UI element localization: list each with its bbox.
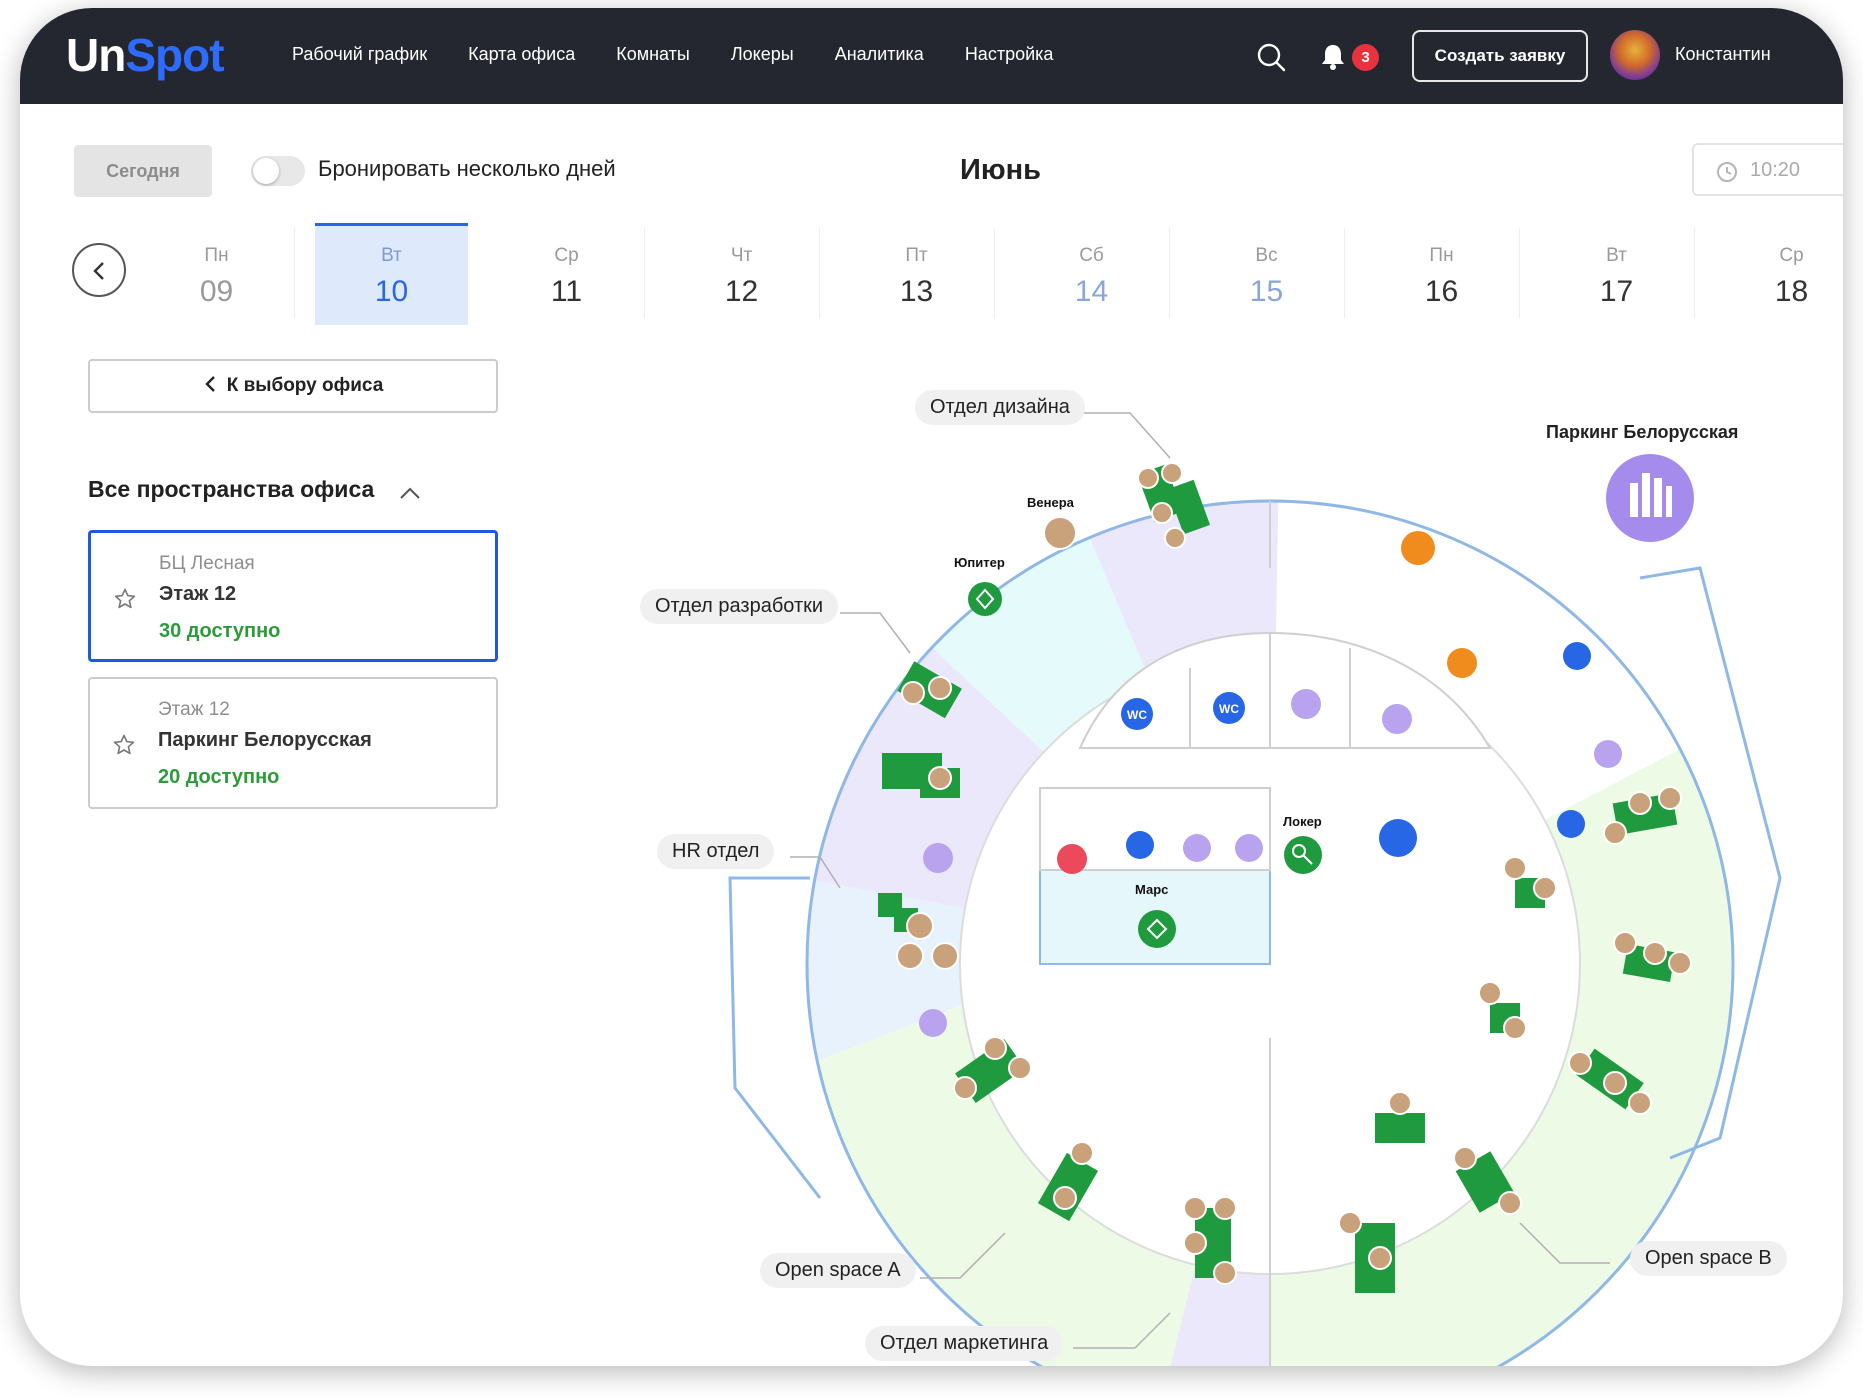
room-label-mars[interactable]: Марс [1135, 882, 1168, 897]
bell-icon[interactable] [1320, 43, 1346, 71]
day-wed-11[interactable]: Ср 11 [490, 223, 645, 325]
user-avatar[interactable] [1610, 30, 1660, 80]
office-name: Паркинг Белорусская [158, 729, 372, 751]
nav-rooms[interactable]: Комнаты [616, 44, 690, 65]
prev-week-button[interactable] [72, 243, 126, 297]
zone-label-design[interactable]: Отдел дизайна [915, 390, 1085, 425]
day-thu-12[interactable]: Чт 12 [665, 223, 820, 325]
create-request-button[interactable]: Создать заявку [1412, 30, 1588, 82]
spaces-section-title[interactable]: Все пространства офиса [88, 476, 374, 503]
chevron-up-icon[interactable] [398, 485, 422, 501]
top-bar: UnSpot Рабочий график Карта офиса Комнат… [20, 8, 1843, 104]
zone-label-hr[interactable]: HR отдел [657, 834, 775, 869]
office-available: 30 доступно [159, 620, 281, 642]
nav-analytics[interactable]: Аналитика [835, 44, 924, 65]
multi-day-label: Бронировать несколько дней [318, 156, 616, 181]
user-name[interactable]: Константин [1675, 44, 1771, 65]
main-nav: Рабочий график Карта офиса Комнаты Локер… [292, 44, 1094, 65]
day-fri-13[interactable]: Пт 13 [840, 223, 995, 325]
month-title: Июнь [960, 154, 1041, 186]
office-card-parking[interactable]: Этаж 12 Паркинг Белорусская 20 доступно [88, 677, 498, 809]
chevron-left-icon [93, 262, 104, 280]
today-button[interactable]: Сегодня [74, 145, 212, 197]
office-card-lesnaya[interactable]: БЦ Лесная Этаж 12 30 доступно [88, 530, 498, 662]
logo[interactable]: UnSpot [66, 28, 225, 82]
day-wed-18[interactable]: Ср 18 [1715, 223, 1843, 325]
day-tue-17[interactable]: Вт 17 [1540, 223, 1695, 325]
office-available: 20 доступно [158, 766, 280, 788]
day-mon-16[interactable]: Пн 16 [1365, 223, 1520, 325]
office-name: Этаж 12 [159, 583, 237, 605]
search-icon[interactable] [1256, 42, 1286, 72]
multi-day-toggle[interactable] [251, 156, 305, 186]
wc-icon: WC [1219, 702, 1239, 716]
office-building: БЦ Лесная [159, 553, 255, 574]
wc-icon: WC [1127, 708, 1147, 722]
time-value: 10:20 [1750, 159, 1801, 181]
day-sat-14[interactable]: Сб 14 [1015, 223, 1170, 325]
star-icon[interactable] [112, 733, 136, 757]
time-field[interactable]: 10:20 [1692, 143, 1843, 196]
chevron-left-icon [204, 376, 215, 392]
day-tue-10[interactable]: Вт 10 [315, 223, 468, 325]
parking-title[interactable]: Паркинг Белорусская [1546, 422, 1738, 443]
nav-lockers[interactable]: Локеры [731, 44, 794, 65]
day-sun-15[interactable]: Вс 15 [1190, 223, 1345, 325]
star-icon[interactable] [113, 587, 137, 611]
zone-label-marketing[interactable]: Отдел маркетинга [865, 1326, 1064, 1361]
room-label-venera[interactable]: Венера [1027, 495, 1074, 510]
room-label-locker[interactable]: Локер [1283, 814, 1322, 829]
nav-settings[interactable]: Настройка [965, 44, 1054, 65]
nav-work-schedule[interactable]: Рабочий график [292, 44, 427, 65]
zone-label-dev[interactable]: Отдел разработки [640, 589, 839, 624]
notification-badge: 3 [1352, 44, 1379, 71]
back-to-office-button[interactable]: К выбору офиса [88, 359, 498, 413]
room-label-jupiter[interactable]: Юпитер [954, 555, 1005, 570]
app-window: UnSpot Рабочий график Карта офиса Комнат… [20, 8, 1843, 1366]
zone-label-open-a[interactable]: Open space A [760, 1253, 916, 1288]
nav-office-map[interactable]: Карта офиса [468, 44, 575, 65]
day-mon-09[interactable]: Пн 09 [140, 223, 295, 325]
clock-icon [1717, 162, 1737, 182]
zone-label-open-b[interactable]: Open space B [1630, 1241, 1787, 1276]
office-building: Этаж 12 [158, 699, 230, 720]
